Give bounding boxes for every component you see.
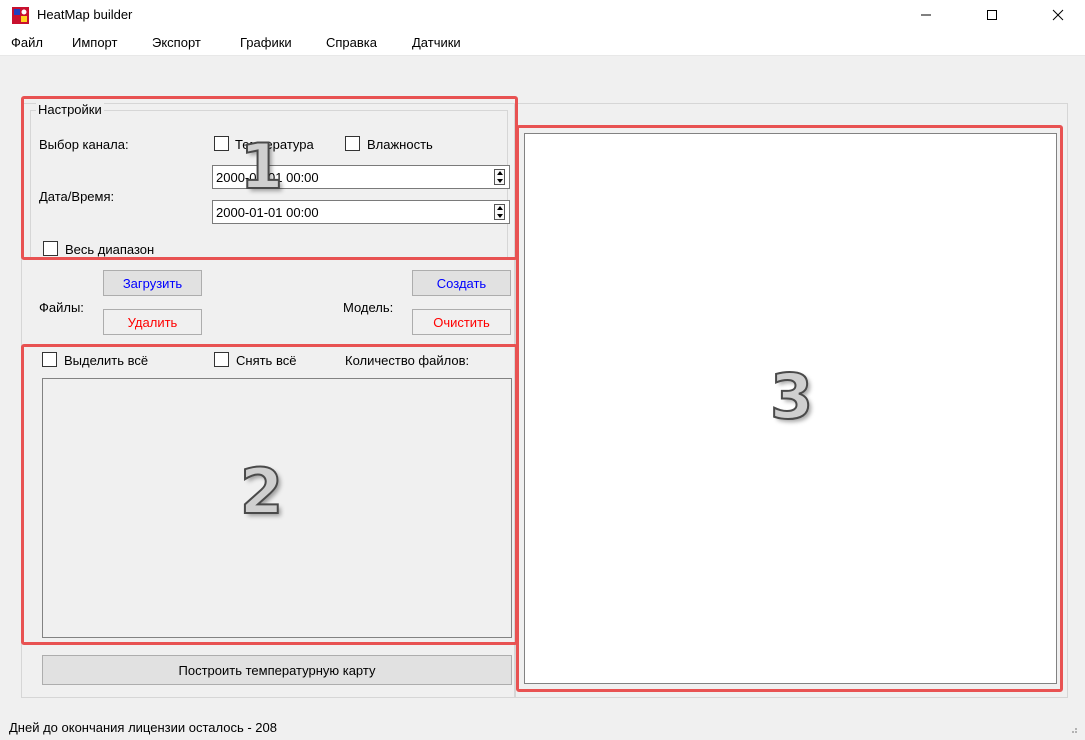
build-heatmap-button[interactable]: Построить температурную карту <box>42 655 512 685</box>
maximize-button[interactable] <box>969 0 1015 30</box>
model-label: Модель: <box>343 300 394 315</box>
menu-help[interactable]: Справка <box>326 35 377 50</box>
close-button[interactable] <box>1035 0 1081 30</box>
maximize-icon <box>987 10 997 20</box>
menu-bar: Файл Импорт Экспорт Графики Справка Датч… <box>0 30 1085 56</box>
files-label: Файлы: <box>39 300 84 315</box>
menu-charts[interactable]: Графики <box>240 35 292 50</box>
minimize-button[interactable] <box>903 0 949 30</box>
load-button[interactable]: Загрузить <box>103 270 202 296</box>
menu-sensors[interactable]: Датчики <box>412 35 461 50</box>
annotation-number-3: 3 <box>769 359 814 434</box>
status-bar-text: Дней до окончания лицензии осталось - 20… <box>9 720 277 735</box>
menu-export[interactable]: Экспорт <box>152 35 201 50</box>
clear-button[interactable]: Очистить <box>412 309 511 335</box>
app-icon <box>12 7 29 24</box>
resize-grip-icon[interactable] <box>1068 724 1078 734</box>
menu-import[interactable]: Импорт <box>72 35 117 50</box>
create-button[interactable]: Создать <box>412 270 511 296</box>
title-bar: HeatMap builder <box>0 0 1085 30</box>
minimize-icon <box>921 14 931 16</box>
window-title: HeatMap builder <box>37 7 133 22</box>
menu-file[interactable]: Файл <box>11 35 43 50</box>
annotation-number-2: 2 <box>239 454 284 529</box>
annotation-number-1: 1 <box>239 129 284 204</box>
close-icon <box>1052 9 1064 21</box>
delete-button[interactable]: Удалить <box>103 309 202 335</box>
